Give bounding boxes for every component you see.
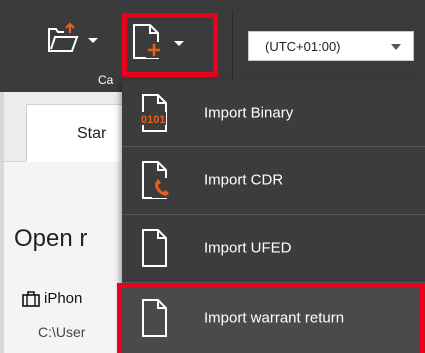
open-case-button[interactable] (46, 22, 98, 56)
ribbon-group-label: Ca (98, 73, 114, 87)
warrant-return-highlight (117, 283, 425, 353)
new-case-highlight (122, 13, 218, 77)
toolbar-divider (232, 10, 233, 80)
menu-item-import-binary[interactable]: 0101 Import Binary (122, 80, 425, 146)
chevron-down-icon (391, 44, 401, 50)
briefcase-icon (22, 290, 40, 307)
folder-open-arrow-icon (48, 22, 79, 52)
binary-file-icon: 0101 (140, 94, 167, 132)
recent-case-path: C:\User (38, 324, 86, 340)
recent-case-item[interactable]: iPhon (22, 290, 82, 307)
phone-file-icon (142, 161, 172, 199)
timezone-select[interactable]: (UTC+01:00) (248, 31, 414, 61)
document-icon (142, 229, 167, 267)
timezone-value: (UTC+01:00) (265, 38, 341, 54)
menu-item-label: Import Binary (204, 104, 294, 122)
menu-item-import-ufed[interactable]: Import UFED (122, 215, 425, 281)
menu-item-import-cdr[interactable]: Import CDR (122, 147, 425, 213)
menu-item-label: Import UFED (204, 239, 292, 257)
tab-start[interactable]: Star (26, 104, 126, 162)
page-title: Open r (14, 225, 88, 252)
page-edge (0, 92, 4, 353)
ribbon-toolbar: (UTC+01:00) Ca (0, 0, 425, 92)
menu-item-label: Import CDR (204, 171, 284, 189)
recent-case-label: iPhon (44, 290, 83, 307)
svg-text:0101: 0101 (141, 114, 165, 126)
open-case-dropdown-icon (88, 37, 98, 43)
app-window: (UTC+01:00) Ca Star Open r iPhon C:\User (0, 0, 425, 353)
